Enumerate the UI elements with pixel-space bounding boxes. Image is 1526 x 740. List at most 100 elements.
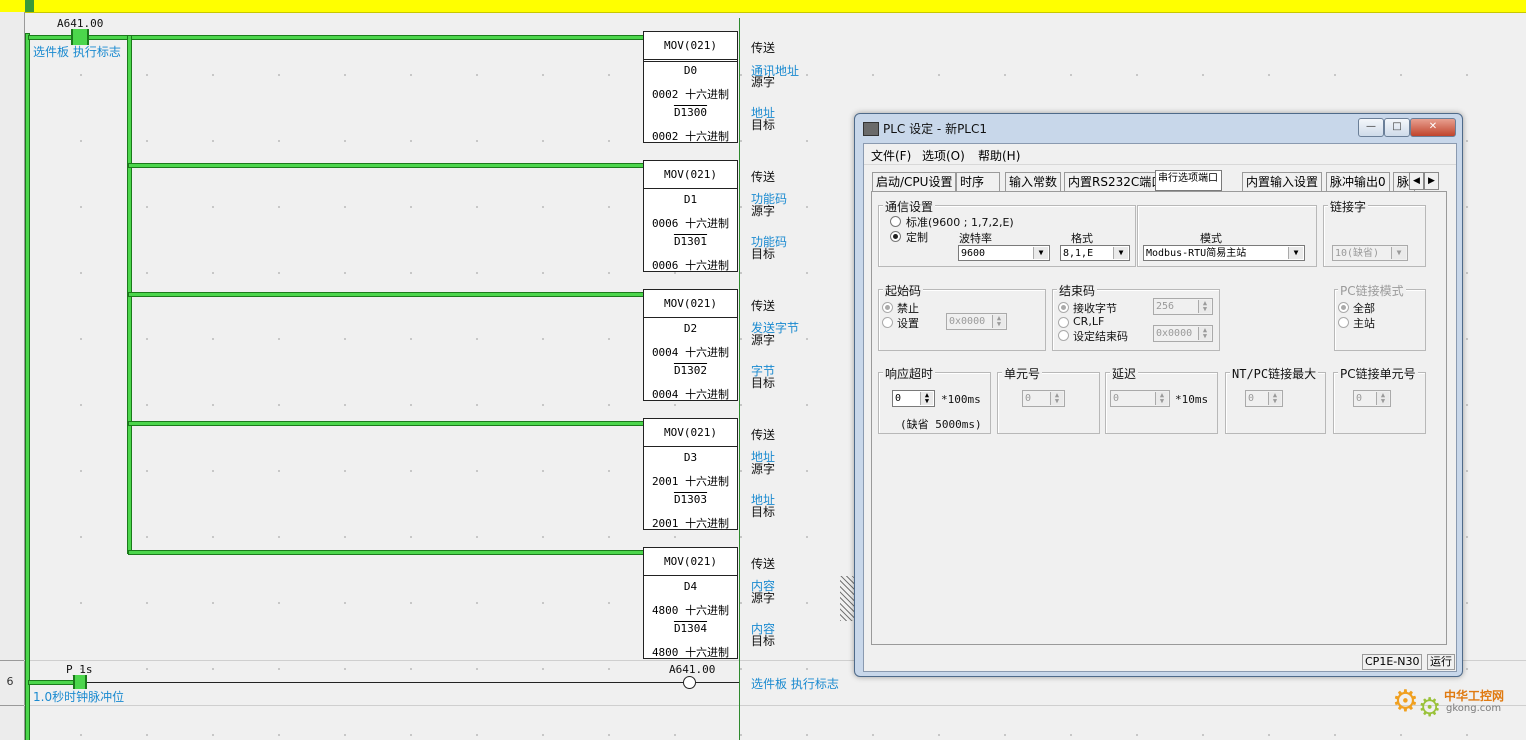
end-code-spin[interactable]: 0x0000 ▲ ▼ (1153, 325, 1213, 342)
end-recv-label: 接收字节 (1073, 302, 1117, 315)
top-marker (25, 0, 34, 12)
watermark-text: 中华工控网 (1444, 689, 1505, 703)
block-label: 传送 (751, 170, 776, 184)
tab-rs232c[interactable]: 内置RS232C端口 (1064, 172, 1168, 191)
contact-comment: 选件板 执行标志 (33, 45, 121, 59)
response-timeout-spin[interactable]: 0 ▲ ▼ (892, 390, 935, 407)
mov-block[interactable]: MOV(021) D3 2001 十六进制 D1303 2001 十六进制 (643, 418, 738, 530)
format: 十六进制 (685, 475, 730, 488)
radio-end-crlf[interactable] (1058, 317, 1069, 328)
group-title: NT/PC链接最大 (1230, 365, 1319, 382)
mov-block[interactable]: MOV(021) D2 0004 十六进制 D1302 0004 十六进制 (643, 289, 738, 401)
contact-symbol[interactable] (73, 675, 87, 689)
tab-scroll-left-icon[interactable]: ◀ (1409, 172, 1424, 190)
group-title: 通信设置 (883, 198, 936, 215)
dest-operand: D1302 (673, 364, 708, 377)
spin-arrows-icon: ▲ ▼ (1198, 300, 1211, 313)
contact-comment: 1.0秒时钟脉冲位 (33, 690, 125, 704)
output-coil[interactable] (683, 676, 696, 689)
baud-select[interactable]: 9600 ▼ (958, 245, 1050, 261)
rung-wire (129, 551, 643, 554)
menu-options[interactable]: 选项(O) (922, 147, 965, 164)
mov-block[interactable]: MOV(021) D0 0002 十六进制 D1300 0002 十六进制 (643, 31, 738, 143)
radio-end-recv[interactable] (1058, 302, 1069, 313)
watermark-url: gkong.com (1446, 703, 1502, 714)
format: 十六进制 (685, 604, 730, 617)
rung-number: 6 (6, 675, 14, 688)
start-disable-label: 禁止 (897, 302, 919, 315)
minimize-button[interactable]: — (1358, 118, 1384, 137)
delay-spin[interactable]: 0 ▲ ▼ (1110, 390, 1170, 407)
block-name: MOV(021) (644, 419, 737, 447)
unit-no-spin[interactable]: 0 ▲ ▼ (1022, 390, 1065, 407)
end-set-label: 设定结束码 (1073, 330, 1128, 343)
tab-pulse-output[interactable]: 脉冲输出0 (1326, 172, 1390, 191)
format-select[interactable]: 8,1,E ▼ (1060, 245, 1130, 261)
start-code-spin[interactable]: 0x0000 ▲ ▼ (946, 313, 1007, 330)
radio-end-set[interactable] (1058, 330, 1069, 341)
source-type: 源字 (751, 462, 776, 476)
baud-label: 波特率 (959, 232, 992, 245)
block-name: MOV(021) (644, 548, 737, 576)
link-master-label: 主站 (1353, 317, 1375, 330)
source-value: 0002 (651, 88, 679, 101)
format: 十六进制 (685, 517, 730, 530)
start-set-label: 设置 (897, 317, 919, 330)
close-button[interactable]: ✕ (1410, 118, 1456, 137)
plc-settings-dialog[interactable]: PLC 设定 - 新PLC1 — □ ✕ 文件(F) 选项(O) 帮助(H) 启… (854, 113, 1463, 677)
dialog-client: 文件(F) 选项(O) 帮助(H) 启动/CPU设置 时序 输入常数 内置RS2… (863, 143, 1457, 672)
spin-arrows-icon: ▲ ▼ (992, 315, 1005, 328)
dest-type: 目标 (751, 634, 776, 648)
format: 十六进制 (685, 130, 730, 143)
menu-bar: 文件(F) 选项(O) 帮助(H) (864, 144, 1456, 165)
block-label: 传送 (751, 299, 776, 313)
mode-label: 模式 (1200, 232, 1222, 245)
serial-option-panel: 通信设置 标准(9600 ; 1,7,2,E) 定制 波特率 9600 ▼ 格式 … (871, 191, 1447, 645)
timeout-default: (缺省 5000ms) (900, 418, 982, 431)
radio-start-set[interactable] (882, 317, 893, 328)
menu-help[interactable]: 帮助(H) (978, 147, 1020, 164)
mov-block[interactable]: MOV(021) D1 0006 十六进制 D1301 0006 十六进制 (643, 160, 738, 272)
tab-serial-option[interactable]: 串行选项端口 (1155, 170, 1222, 191)
dialog-titlebar[interactable]: PLC 设定 - 新PLC1 — □ ✕ (859, 117, 1457, 141)
mode-select[interactable]: Modbus-RTU简易主站 ▼ (1143, 245, 1305, 261)
radio-link-master[interactable] (1338, 317, 1349, 328)
tab-strip: 启动/CPU设置 时序 输入常数 内置RS232C端口 串行选项端口 内置输入设… (872, 170, 1442, 192)
radio-link-all[interactable] (1338, 302, 1349, 313)
dest-value: 0004 (651, 388, 679, 401)
watermark-logo: ⚙ ⚙ 中华工控网 gkong.com (1392, 685, 1522, 725)
spin-arrows-icon: ▲ ▼ (1268, 392, 1281, 405)
timeout-unit: *100ms (941, 393, 981, 406)
pc-link-unit-spin[interactable]: 0 ▲ ▼ (1353, 390, 1391, 407)
plc-app-icon (863, 122, 879, 136)
status-state: 运行 (1427, 654, 1455, 670)
tab-timing[interactable]: 时序 (956, 172, 1000, 191)
group-title: PC链接单元号 (1338, 365, 1418, 382)
maximize-button[interactable]: □ (1384, 118, 1410, 137)
tab-input-const[interactable]: 输入常数 (1005, 172, 1062, 191)
end-recv-spin[interactable]: 256 ▲ ▼ (1153, 298, 1213, 315)
source-type: 源字 (751, 75, 776, 89)
coil-comment: 选件板 执行标志 (751, 677, 839, 691)
tab-startup-cpu[interactable]: 启动/CPU设置 (872, 172, 957, 191)
gutter-separator (0, 705, 24, 706)
radio-standard-label: 标准(9600 ; 1,7,2,E) (906, 216, 1014, 229)
format: 十六进制 (685, 88, 730, 101)
radio-start-disable[interactable] (882, 302, 893, 313)
source-type: 源字 (751, 591, 776, 605)
nt-pc-max-spin[interactable]: 0 ▲ ▼ (1245, 390, 1283, 407)
tab-scroll-right-icon[interactable]: ▶ (1424, 172, 1439, 190)
mov-block[interactable]: MOV(021) D4 4800 十六进制 D1304 4800 十六进制 (643, 547, 738, 659)
radio-custom[interactable] (890, 231, 901, 242)
link-word-select[interactable]: 10(缺省) ▼ (1332, 245, 1408, 261)
tab-input-settings[interactable]: 内置输入设置 (1242, 172, 1323, 191)
group-title: 结束码 (1057, 282, 1098, 299)
menu-file[interactable]: 文件(F) (871, 147, 911, 164)
rung-wire (696, 682, 739, 683)
dest-operand: D1304 (673, 622, 708, 635)
radio-standard[interactable] (890, 216, 901, 227)
spin-arrows-icon: ▲ ▼ (1198, 327, 1211, 340)
spin-arrows-icon: ▲ ▼ (920, 392, 933, 405)
format: 十六进制 (685, 259, 730, 272)
rung-number-gutter (0, 12, 25, 740)
